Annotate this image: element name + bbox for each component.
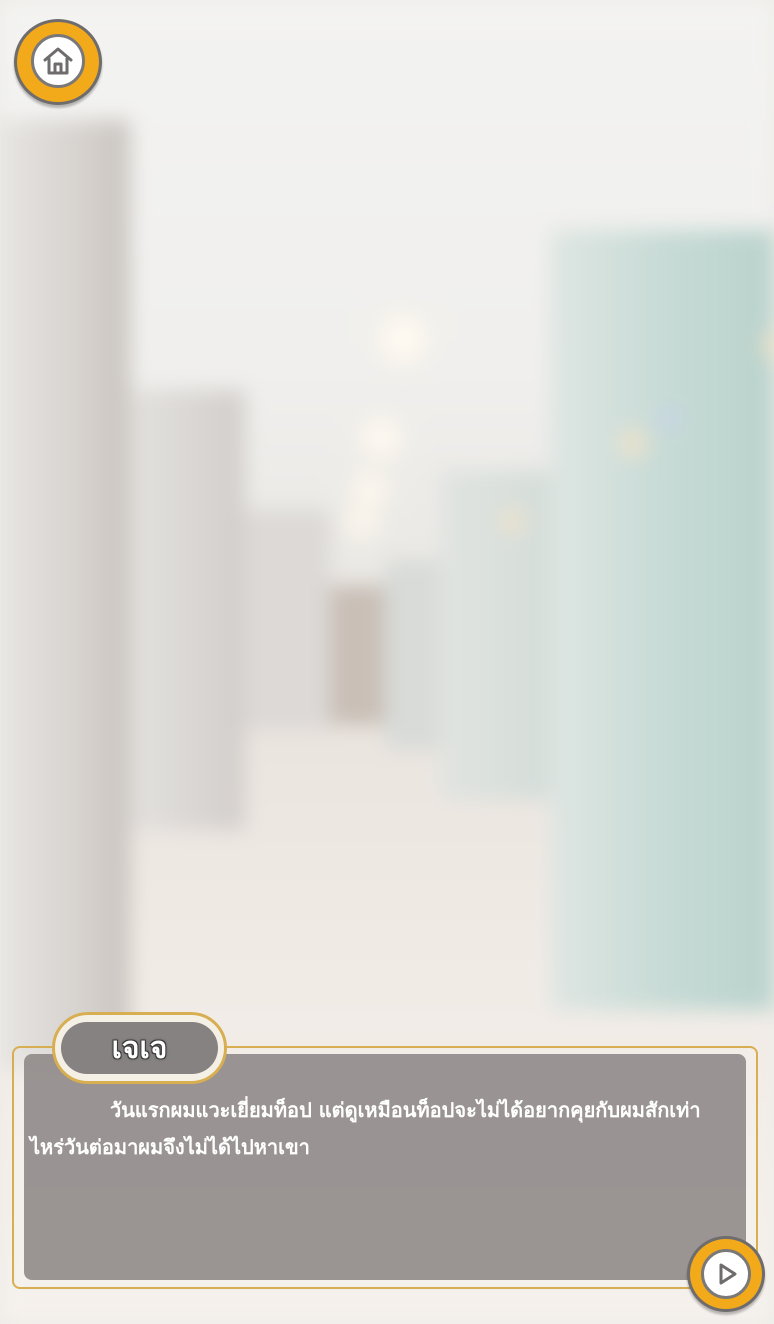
home-icon xyxy=(43,47,73,75)
speaker-name-tag: เจเจ xyxy=(52,1012,227,1084)
home-button[interactable] xyxy=(14,19,102,105)
dialogue-panel xyxy=(24,1054,746,1280)
game-screen: วันแรกผมแวะเยี่ยมท็อป แต่ดูเหมือนท็อปจะไ… xyxy=(0,0,774,1324)
next-button[interactable] xyxy=(687,1236,765,1312)
dialogue-text: วันแรกผมแวะเยี่ยมท็อป แต่ดูเหมือนท็อปจะไ… xyxy=(30,1098,701,1159)
speaker-name: เจเจ xyxy=(111,1030,168,1066)
play-triangle-icon xyxy=(719,1263,737,1285)
